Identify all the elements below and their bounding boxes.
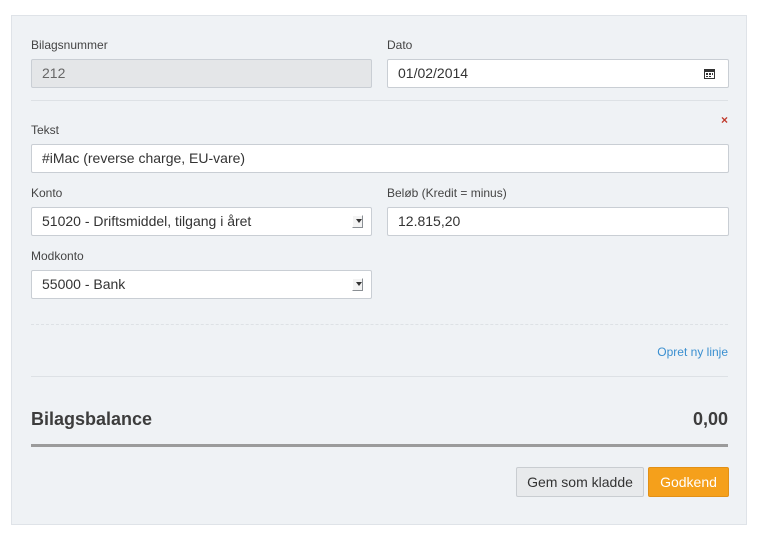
select-arrow-icon[interactable] [352, 215, 363, 228]
text-field[interactable]: #iMac (reverse charge, EU-vare) [31, 144, 729, 173]
balance-value: 0,00 [692, 409, 728, 429]
text-label: Tekst [31, 123, 60, 137]
approve-button[interactable]: Godkend [648, 467, 729, 497]
add-line-link[interactable]: Opret ny linje [657, 345, 728, 359]
calendar-icon[interactable] [704, 69, 715, 79]
account-select[interactable]: 51020 - Driftsmiddel, tilgang i året [31, 207, 372, 236]
date-field[interactable]: 01/02/2014 [387, 59, 729, 88]
date-label: Dato [387, 38, 413, 52]
contra-account-label: Modkonto [31, 249, 84, 263]
remove-icon[interactable]: × [721, 113, 728, 127]
account-value: 51020 - Driftsmiddel, tilgang i året [42, 213, 252, 229]
header-divider [31, 100, 728, 101]
contra-account-select[interactable]: 55000 - Bank [31, 270, 372, 299]
line-divider [31, 324, 728, 325]
select-arrow-icon[interactable] [352, 278, 363, 291]
amount-label: Beløb (Kredit = minus) [387, 186, 507, 200]
save-draft-button[interactable]: Gem som kladde [516, 467, 644, 497]
voucher-number-label: Bilagsnummer [31, 38, 108, 52]
balance-label: Bilagsbalance [31, 409, 153, 429]
date-value: 01/02/2014 [398, 65, 469, 81]
balance-divider [31, 376, 728, 377]
balance-bar [31, 444, 728, 447]
voucher-number-field: 212 [31, 59, 372, 88]
amount-field[interactable]: 12.815,20 [387, 207, 729, 236]
voucher-panel: Bilagsnummer 212 Dato 01/02/2014 × Tekst… [11, 15, 747, 525]
contra-account-value: 55000 - Bank [42, 276, 126, 292]
account-label: Konto [31, 186, 63, 200]
